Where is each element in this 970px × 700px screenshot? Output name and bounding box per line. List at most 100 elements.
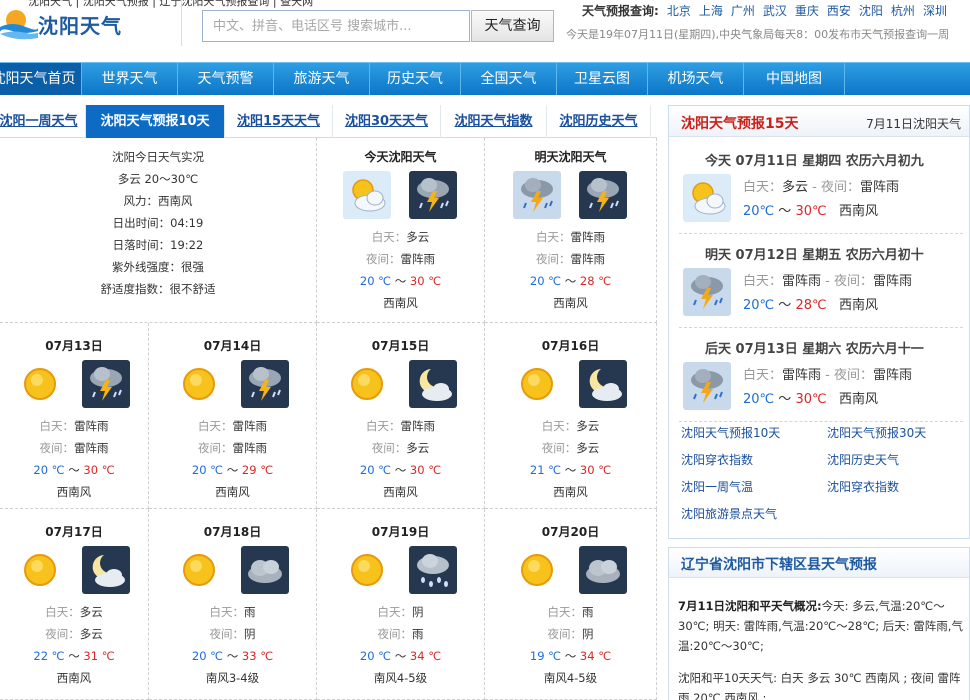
night-weather-row: 夜间：多云: [485, 440, 656, 456]
tab-week[interactable]: 沈阳一周天气: [0, 105, 86, 138]
site-logo[interactable]: 沈阳天气: [0, 2, 130, 42]
night-weather-row: 夜间：雷阵雨: [149, 440, 316, 456]
link-30-day[interactable]: 沈阳天气预报30天: [827, 424, 926, 441]
partly-cloudy-day-icon: [683, 174, 731, 222]
panel-header: 沈阳天气预报15天 7月11日沈阳天气: [669, 106, 969, 137]
wind: 西南风: [215, 485, 250, 499]
link-dressing-index[interactable]: 沈阳穿衣指数: [681, 451, 753, 468]
forecast-date: 07月14日: [203, 339, 262, 353]
day-label: 白天：: [743, 180, 783, 195]
nav-item-map[interactable]: 中国地图: [744, 63, 844, 95]
day-label: 白天：: [209, 605, 245, 619]
district-title[interactable]: 辽宁省沈阳市下辖区县天气预报: [681, 554, 877, 574]
district-summary-heading: 7月11日沈阳和平天气概况:: [678, 599, 822, 613]
nav-item-warning[interactable]: 天气预警: [178, 63, 273, 95]
daily-temp: 20℃ ～ 28℃ 西南风: [743, 294, 878, 313]
quick-city-link[interactable]: 杭州: [891, 4, 915, 18]
link-10-day[interactable]: 沈阳天气预报10天: [681, 424, 780, 441]
quick-city-link[interactable]: 武汉: [763, 4, 787, 18]
high-temp: 28℃: [795, 298, 827, 313]
temp-separator: ～: [564, 274, 577, 288]
nav-item-travel[interactable]: 旅游天气: [274, 63, 369, 95]
daily-temp: 20℃ ～ 30℃ 西南风: [743, 388, 878, 407]
quick-city-link[interactable]: 上海: [699, 4, 723, 18]
forecast-day-card: 07月14日 白天：雷阵雨 夜间：雷阵雨 20 ℃ ～ 29 ℃ 西南风: [149, 323, 317, 509]
nav-item-national[interactable]: 全国天气: [461, 63, 556, 95]
high-temp: 34 ℃: [579, 649, 612, 663]
wind: 西南风: [56, 671, 92, 685]
main-nav: 沈阳天气首页 世界天气 天气预警 旅游天气 历史天气 全国天气 卫星云图 机场天…: [0, 62, 970, 95]
day-label: 白天：: [45, 605, 80, 619]
nav-item-airport[interactable]: 机场天气: [648, 63, 743, 95]
high-temp: 34 ℃: [409, 649, 442, 663]
tab-30-day[interactable]: 沈阳30天天气: [333, 105, 441, 138]
nav-item-history[interactable]: 历史天气: [370, 63, 460, 95]
thunder-rain-night-icon: [82, 360, 130, 408]
temp-separator: ～: [394, 274, 407, 288]
sunny-icon: [175, 546, 223, 594]
low-temp: 20 ℃: [359, 274, 392, 288]
temperature-range: 19 ℃ ～ 34 ℃: [485, 648, 656, 664]
quick-city-link[interactable]: 深圳: [923, 4, 947, 18]
logo-sun-icon: [0, 10, 38, 40]
nav-item-world[interactable]: 世界天气: [82, 63, 177, 95]
low-temp: 22 ℃: [33, 649, 65, 663]
day-weather-row: 白天：雷阵雨: [317, 418, 484, 434]
weather-search-button[interactable]: 天气查询: [471, 10, 554, 42]
overcast-icon: [240, 546, 289, 594]
thunder-rain-night-icon: [578, 171, 627, 219]
tab-10-day[interactable]: 沈阳天气预报10天: [86, 105, 225, 138]
low-temp: 20 ℃: [529, 274, 562, 288]
tab-history[interactable]: 沈阳历史天气: [547, 105, 651, 138]
low-temp: 21 ℃: [529, 463, 562, 477]
day-weather: 雨: [582, 605, 594, 619]
night-weather-row: 夜间：雷阵雨: [0, 440, 148, 456]
low-temp: 20 ℃: [359, 649, 392, 663]
wind: 西南风: [56, 485, 92, 499]
night-label: 夜间：: [541, 441, 577, 455]
quick-city-link[interactable]: 沈阳: [859, 4, 883, 18]
night-label: - 夜间：: [812, 180, 860, 195]
page: 沈阳天气 | 沈阳天气预报 | 辽宁沈阳天气预报查询 | 查天网 沈阳天气 天气…: [0, 0, 970, 700]
temp-separator: ～: [564, 463, 577, 477]
quick-city-link[interactable]: 重庆: [795, 4, 819, 18]
city-search-input[interactable]: [202, 10, 470, 42]
link-history[interactable]: 沈阳历史天气: [827, 451, 899, 468]
night-weather: 多云: [79, 627, 103, 641]
wind: 南风3-4级: [205, 671, 260, 685]
nav-item-home[interactable]: 沈阳天气首页: [0, 63, 81, 95]
day-weather-row: 白天：雷阵雨: [485, 229, 656, 245]
district-summary-para: 7月11日沈阳和平天气概况:今天: 多云,气温:20℃～30℃; 明天: 雷阵雨…: [678, 596, 968, 656]
night-label: 夜间：: [536, 252, 571, 266]
tab-15-day[interactable]: 沈阳15天天气: [225, 105, 333, 138]
daily-header: 后天 07月13日 星期六 农历六月十一: [705, 342, 924, 357]
thunder-rain-day-icon: [512, 171, 561, 219]
high-temp: 31 ℃: [83, 649, 115, 663]
quick-city-link[interactable]: 广州: [731, 4, 755, 18]
nav-item-satellite[interactable]: 卫星云图: [557, 63, 647, 95]
tab-index[interactable]: 沈阳天气指数: [441, 105, 547, 138]
panel-title[interactable]: 沈阳天气预报15天: [681, 113, 798, 133]
low-temp: 19 ℃: [529, 649, 562, 663]
link-week-temp[interactable]: 沈阳一周气温: [681, 478, 753, 495]
daily-wind: 西南风: [839, 392, 879, 407]
temperature-range: 20 ℃ ～ 30 ℃: [0, 462, 148, 478]
low-temp: 20℃: [743, 204, 775, 219]
link-travel[interactable]: 沈阳旅游景点天气: [681, 505, 777, 522]
forecast-grid: 沈阳今日天气实况 多云 20～30℃ 风力：西南风 日出时间：04:19 日落时…: [0, 138, 657, 700]
forecast-day-card: 07月18日 白天：雨 夜间：阴 20 ℃ ～ 33 ℃ 南风3-4级: [149, 509, 317, 700]
high-temp: 30 ℃: [409, 463, 442, 477]
publish-info: 今天是19年07月11日(星期四),中央气象局每天8：00发布市天气预报查询一周: [566, 28, 950, 41]
sunrise-time: 日出时间：04:19: [112, 216, 204, 230]
link-dressing-index[interactable]: 沈阳穿衣指数: [827, 478, 899, 495]
night-weather-row: 夜间：多云: [0, 626, 148, 642]
daily-header: 明天 07月12日 星期五 农历六月初十: [705, 248, 924, 263]
high-temp: 29 ℃: [241, 463, 274, 477]
low-temp: 20 ℃: [191, 463, 224, 477]
quick-city-link[interactable]: 北京: [667, 4, 691, 18]
forecast-day-card: 今天沈阳天气 白天：多云 夜间：雷阵雨 20 ℃ ～ 30 ℃ 西南风: [317, 138, 485, 323]
temperature-range: 22 ℃ ～ 31 ℃: [0, 648, 148, 664]
quick-city-link[interactable]: 西安: [827, 4, 851, 18]
day-weather: 多云: [406, 230, 430, 244]
quick-city-links: 天气预报查询: 北京 上海 广州 武汉 重庆 西安 沈阳 杭州 深圳: [582, 2, 947, 19]
